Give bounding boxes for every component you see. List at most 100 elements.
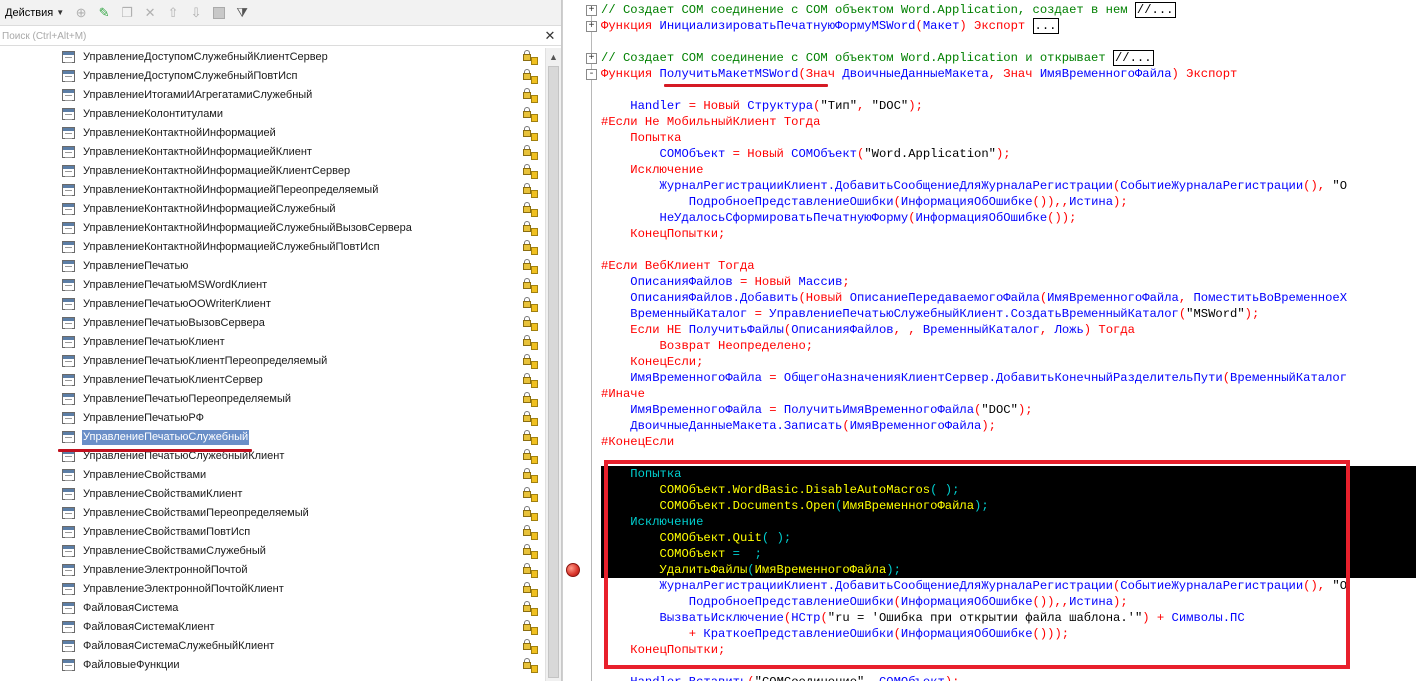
tree-item[interactable]: УправлениеДоступомСлужебныйКлиентСервер	[0, 48, 545, 67]
code-token: ВременныйКаталог	[922, 323, 1040, 337]
tree-scrollbar[interactable]: ▲	[545, 48, 561, 681]
tree-item[interactable]: УправлениеКонтактнойИнформацией	[0, 124, 545, 143]
delete-cross-icon[interactable]: ✕	[141, 4, 159, 22]
tree-item[interactable]: УправлениеПечатьюOOWriterКлиент	[0, 295, 545, 314]
tree-item[interactable]: УправлениеПечатьюКлиентСервер	[0, 371, 545, 390]
tree-toolbar: Действия ▼ ⊕ ✎ ❐ ✕ ⇧ ⇩ ⧩	[0, 0, 561, 26]
list-icon[interactable]	[210, 4, 228, 22]
tree-item[interactable]: УправлениеПечатьюКлиент	[0, 333, 545, 352]
code-line[interactable]: // Создает COM соединение с COM объектом…	[601, 2, 1176, 18]
code-line[interactable]: #Если Не МобильныйКлиент Тогда	[601, 114, 820, 130]
tree-item[interactable]: УправлениеКонтактнойИнформациейКлиентСер…	[0, 162, 545, 181]
code-line[interactable]: НеУдалосьСформироватьПечатнуюФорму(Инфор…	[601, 210, 1077, 226]
tree-item[interactable]: УправлениеЭлектроннойПочтойКлиент	[0, 580, 545, 599]
copy-icon[interactable]: ❐	[118, 4, 136, 22]
tree-item[interactable]: УправлениеСвойствами	[0, 466, 545, 485]
code-line[interactable]: ВременныйКаталог = УправлениеПечатьюСлуж…	[601, 306, 1259, 322]
tree-item-label: УправлениеСвойствамиПовтИсп	[83, 526, 251, 538]
collapsed-region-marker[interactable]: //...	[1112, 50, 1154, 66]
code-line[interactable]: Функция ИнициализироватьПечатнуюФормуMSW…	[601, 18, 1059, 34]
code-token: = Новый	[739, 275, 799, 289]
code-token: ) Тогда	[1083, 323, 1135, 337]
code-line[interactable]: Функция ПолучитьМакетMSWord(Знач Двоичны…	[601, 66, 1237, 82]
code-token: ИнформацияОбОшибке	[915, 211, 1048, 225]
tree-item[interactable]: УправлениеПечатьюПереопределяемый	[0, 390, 545, 409]
code-line[interactable]: Если НЕ ПолучитьФайлы(ОписанияФайлов, , …	[601, 322, 1135, 338]
tree-item-label: УправлениеКонтактнойИнформацией	[83, 127, 276, 139]
code-line[interactable]: ПодробноеПредставлениеОшибки(ИнформацияО…	[601, 194, 1128, 210]
code-line[interactable]: #КонецЕсли	[601, 434, 674, 450]
module-icon	[62, 108, 75, 120]
code-token: );	[995, 147, 1011, 161]
code-token: ПолучитьИмяВременногоФайла	[783, 403, 975, 417]
tree-item[interactable]: УправлениеЭлектроннойПочтой	[0, 561, 545, 580]
tree-item[interactable]: УправлениеСвойствамиСлужебный	[0, 542, 545, 561]
code-line[interactable]: ИмяВременногоФайла = ПолучитьИмяВременно…	[601, 402, 1032, 418]
tree-item[interactable]: УправлениеПечатьюКлиентПереопределяемый	[0, 352, 545, 371]
scroll-up-icon[interactable]: ▲	[549, 52, 558, 62]
tree-item[interactable]: УправлениеПечатьюВызовСервера	[0, 314, 545, 333]
code-line[interactable]: ДвоичныеДанныеМакета.Записать(ИмяВременн…	[601, 418, 996, 434]
tree-item[interactable]: УправлениеКолонтитулами	[0, 105, 545, 124]
code-line[interactable]: КонецЕсли;	[601, 354, 703, 370]
collapse-icon[interactable]: -	[586, 69, 597, 80]
module-icon	[62, 70, 75, 82]
tree-item[interactable]: УправлениеПечатьюMSWordКлиент	[0, 276, 545, 295]
filter-icon[interactable]: ⧩	[233, 4, 251, 22]
tree-item[interactable]: УправлениеКонтактнойИнформациейКлиент	[0, 143, 545, 162]
code-token: (	[908, 211, 916, 225]
add-circle-icon[interactable]: ⊕	[72, 4, 90, 22]
collapsed-region-marker[interactable]: //...	[1134, 2, 1176, 18]
tree-item[interactable]: УправлениеСвойствамиКлиент	[0, 485, 545, 504]
code-line[interactable]: Исключение	[601, 162, 703, 178]
tree-item[interactable]: УправлениеИтогамиИАгрегатамиСлужебный	[0, 86, 545, 105]
code-line[interactable]: ИмяВременногоФайла = ОбщегоНазначенияКли…	[601, 370, 1347, 386]
collapsed-region-marker[interactable]: ...	[1032, 18, 1059, 34]
code-line[interactable]: Попытка	[601, 130, 681, 146]
tree-item[interactable]: УправлениеПечатьюРФ	[0, 409, 545, 428]
code-line[interactable]: Возврат Неопределено;	[601, 338, 814, 354]
code-line[interactable]: ЖурналРегистрацииКлиент.ДобавитьСообщени…	[601, 178, 1348, 194]
tree-item[interactable]: УправлениеСвойствамиПовтИсп	[0, 523, 545, 542]
code-token: ИмяВременногоФайла	[630, 371, 770, 385]
code-line[interactable]: Handler = Новый Структура("Тип", "DOC");	[601, 98, 923, 114]
edit-pencil-icon[interactable]: ✎	[95, 4, 113, 22]
module-icon	[62, 602, 75, 614]
tree-item[interactable]: УправлениеКонтактнойИнформациейПереопред…	[0, 181, 545, 200]
tree-item[interactable]: ФайловаяСистемаКлиент	[0, 618, 545, 637]
code-line[interactable]: // Создает COM соединение с COM объектом…	[601, 50, 1154, 66]
expand-icon[interactable]: +	[586, 21, 597, 32]
tree-item[interactable]: ФайловаяСистемаСлужебныйКлиент	[0, 637, 545, 656]
tree-item[interactable]: УправлениеСвойствамиПереопределяемый	[0, 504, 545, 523]
code-line[interactable]: #Иначе	[601, 386, 645, 402]
tree-item[interactable]: УправлениеПечатьюСлужебный	[0, 428, 545, 447]
lock-icon	[522, 201, 540, 218]
code-line[interactable]: ОписанияФайлов = Новый Массив;	[601, 274, 849, 290]
panel-splitter[interactable]	[562, 0, 583, 681]
code-token: Если НЕ	[630, 323, 689, 337]
search-input[interactable]	[0, 27, 542, 46]
code-token: ПолучитьМакетMSWord	[659, 67, 799, 81]
move-up-icon[interactable]: ⇧	[164, 4, 182, 22]
move-down-icon[interactable]: ⇩	[187, 4, 205, 22]
tree-item[interactable]: ФайловыеФункции	[0, 656, 545, 675]
code-line[interactable]: ОписанияФайлов.Добавить(Новый ОписаниеПе…	[601, 290, 1347, 306]
code-line[interactable]: COMОбъект = Новый COMОбъект("Word.Applic…	[601, 146, 1011, 162]
expand-icon[interactable]: +	[586, 53, 597, 64]
breakpoint-icon[interactable]	[566, 563, 580, 577]
tree-item[interactable]: УправлениеПечатью	[0, 257, 545, 276]
code-line[interactable]: #Если ВебКлиент Тогда	[601, 258, 755, 274]
tree-item[interactable]: УправлениеКонтактнойИнформациейСлужебный	[0, 200, 545, 219]
expand-icon[interactable]: +	[586, 5, 597, 16]
scrollbar-thumb[interactable]	[548, 66, 559, 678]
tree-item[interactable]: УправлениеКонтактнойИнформациейСлужебный…	[0, 219, 545, 238]
code-token: ,	[864, 675, 879, 681]
tree-item[interactable]: УправлениеДоступомСлужебныйПовтИсп	[0, 67, 545, 86]
tree-item[interactable]: ФайловаяСистема	[0, 599, 545, 618]
actions-menu-button[interactable]: Действия ▼	[2, 3, 67, 23]
code-token: );	[1244, 307, 1260, 321]
code-line[interactable]: Handler.Вставить("COMСоединение", COMОбъ…	[601, 674, 959, 681]
code-line[interactable]: КонецПопытки;	[601, 226, 725, 242]
tree-item[interactable]: УправлениеКонтактнойИнформациейСлужебный…	[0, 238, 545, 257]
close-icon[interactable]: ✕	[542, 28, 558, 44]
